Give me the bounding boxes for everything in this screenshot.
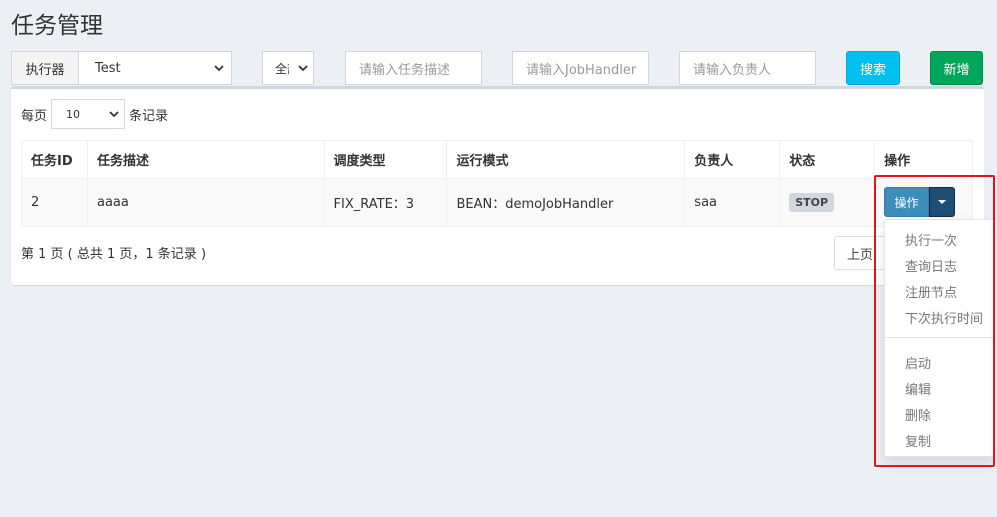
chevron-down-icon — [298, 65, 308, 72]
executor-select-value: Test — [95, 60, 121, 76]
status-badge: STOP — [789, 193, 835, 212]
job-table: 任务ID 任务描述 调度类型 运行模式 负责人 状态 操作 2 aaaa FIX… — [21, 140, 973, 227]
menu-item-trigger-once[interactable]: 执行一次 — [905, 230, 957, 249]
cell-job-desc: aaaa — [86, 178, 325, 227]
cell-status: STOP — [779, 178, 876, 227]
page-length-value: 10 — [66, 107, 81, 121]
column-header[interactable]: 负责人 — [684, 140, 781, 179]
status-select[interactable]: 全部 — [262, 51, 314, 85]
job-desc-input[interactable]: 请输入任务描述 — [345, 51, 482, 85]
menu-item-query-log[interactable]: 查询日志 — [905, 256, 957, 275]
chevron-down-icon — [214, 65, 224, 72]
menu-divider — [885, 337, 993, 338]
menu-item-copy[interactable]: 复制 — [905, 431, 931, 450]
table-info: 第 1 页 ( 总共 1 页，1 条记录 ) — [21, 247, 207, 262]
column-header: 操作 — [874, 140, 973, 179]
job-list-box: 每页 10 条记录 任务ID 任务描述 调度类型 运行模式 负责人 状态 操作 … — [11, 86, 984, 285]
menu-item-start[interactable]: 启动 — [905, 353, 931, 372]
page-length-control: 每页 10 条记录 — [21, 99, 168, 129]
author-input[interactable]: 请输入负责人 — [679, 51, 816, 85]
executor-select[interactable]: Test — [79, 52, 231, 84]
menu-item-delete[interactable]: 删除 — [905, 405, 931, 424]
job-handler-input[interactable]: 请输入JobHandler — [512, 51, 649, 85]
caret-down-icon — [938, 200, 946, 204]
menu-item-next-trigger-time[interactable]: 下次执行时间 — [905, 308, 983, 327]
column-header[interactable]: 状态 — [779, 140, 876, 179]
menu-item-edit[interactable]: 编辑 — [905, 379, 931, 398]
executor-filter: 执行器 Test — [11, 51, 232, 85]
page-length-select[interactable]: 10 — [51, 99, 126, 129]
cell-job-id: 2 — [21, 178, 88, 227]
column-header[interactable]: 任务描述 — [86, 140, 325, 179]
executor-label: 执行器 — [12, 52, 79, 84]
action-button-group: 操作 — [884, 187, 955, 217]
length-prefix: 每页 — [21, 108, 48, 124]
add-button[interactable]: 新增 — [930, 51, 983, 85]
chevron-down-icon — [109, 111, 119, 118]
status-select-value: 全部 — [275, 61, 289, 76]
column-header[interactable]: 任务ID — [21, 140, 88, 179]
table-row: 2 aaaa FIX_RATE：3 BEAN：demoJobHandler sa… — [21, 178, 973, 227]
cell-schedule: FIX_RATE：3 — [323, 178, 448, 227]
cell-author: saa — [684, 178, 781, 227]
action-button[interactable]: 操作 — [884, 187, 929, 217]
action-dropdown-menu: 执行一次 查询日志 注册节点 下次执行时间 启动 编辑 删除 复制 — [884, 219, 994, 457]
column-header[interactable]: 调度类型 — [323, 140, 448, 179]
table-header-row: 任务ID 任务描述 调度类型 运行模式 负责人 状态 操作 — [21, 140, 973, 179]
page-title: 任务管理 — [11, 13, 103, 39]
action-dropdown-toggle[interactable] — [929, 187, 955, 217]
menu-item-registry-nodes[interactable]: 注册节点 — [905, 282, 957, 301]
cell-run-mode: BEAN：demoJobHandler — [446, 178, 686, 227]
column-header[interactable]: 运行模式 — [446, 140, 686, 179]
search-button[interactable]: 搜索 — [846, 51, 900, 85]
length-suffix: 条记录 — [129, 108, 169, 124]
